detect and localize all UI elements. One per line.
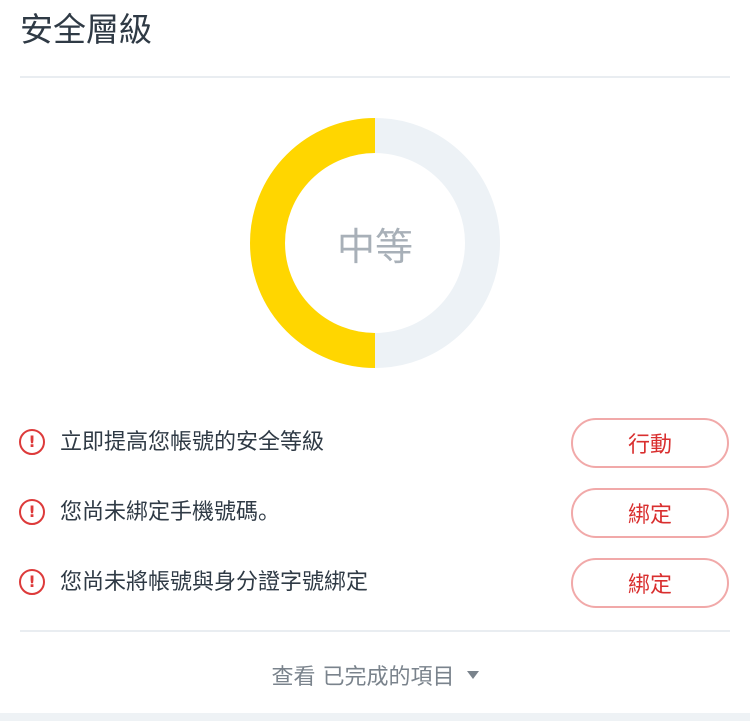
- security-level-page: 安全層級 中等 ! 立即提高您帳號的安全等級 行動 ! 您尚未綁定手機號碼。 綁…: [0, 0, 750, 721]
- bottom-strip: [0, 713, 750, 721]
- security-level-label: 中等: [336, 224, 413, 269]
- bind-id-button[interactable]: 綁定: [571, 558, 729, 608]
- alert-circle-icon: !: [19, 569, 45, 595]
- task-item-bind-id: ! 您尚未將帳號與身分證字號綁定 綁定: [0, 556, 750, 612]
- alert-circle-icon: !: [19, 499, 45, 525]
- task-item-raise-security: ! 立即提高您帳號的安全等級 行動: [0, 416, 750, 472]
- task-text: 您尚未綁定手機號碼。: [60, 500, 281, 525]
- alert-circle-icon: !: [19, 429, 45, 455]
- task-item-bind-phone: ! 您尚未綁定手機號碼。 綁定: [0, 486, 750, 542]
- security-level-gauge: 中等: [250, 118, 500, 368]
- header-divider: [20, 76, 730, 78]
- caret-down-icon: [466, 671, 479, 679]
- footer-divider: [20, 630, 730, 632]
- view-completed-label: 查看 已完成的項目: [271, 665, 455, 690]
- task-text: 立即提高您帳號的安全等級: [60, 430, 325, 455]
- view-completed-items-link[interactable]: 查看 已完成的項目: [0, 655, 750, 695]
- page-title: 安全層級: [20, 10, 152, 49]
- action-button[interactable]: 行動: [571, 418, 729, 468]
- task-text: 您尚未將帳號與身分證字號綁定: [60, 570, 369, 595]
- bind-phone-button[interactable]: 綁定: [571, 488, 729, 538]
